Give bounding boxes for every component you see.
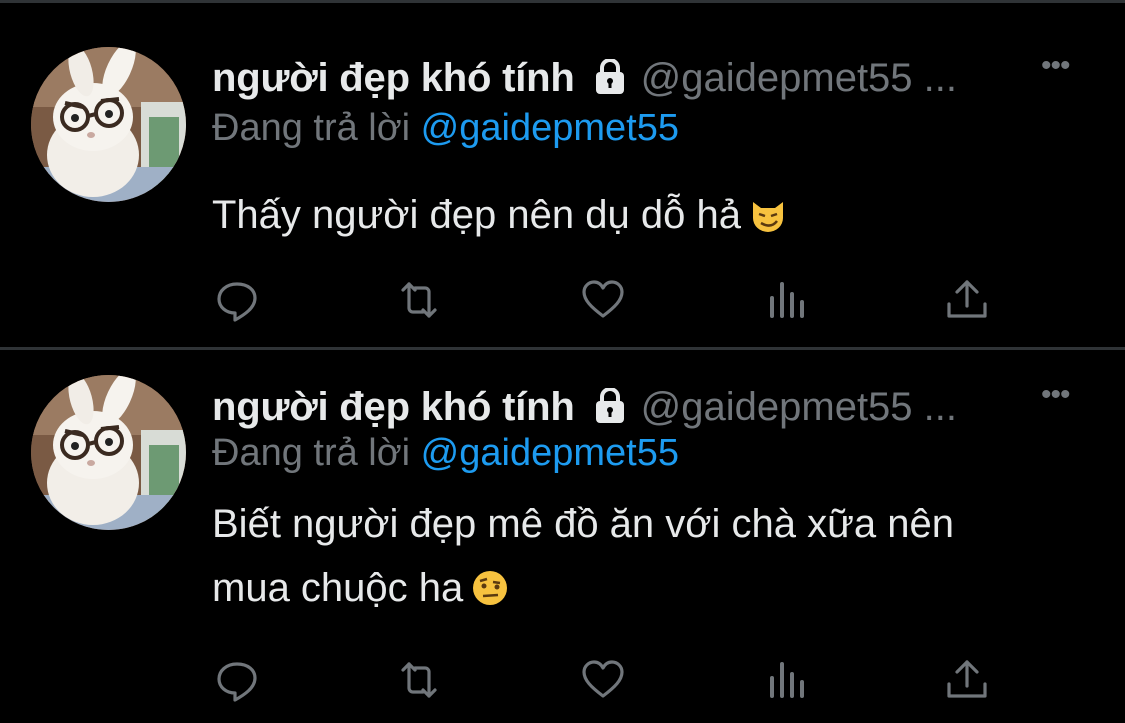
replying-to: Đang trả lời @gaidepmet55 [212, 107, 679, 150]
tweet-text-line-2: mua chuộc ha [212, 556, 1072, 626]
tweet-text-line: mua chuộc ha [212, 566, 464, 610]
tweet-header: người đẹp khó tính @gaidepmet55 ... [212, 56, 957, 101]
handle[interactable]: @gaidepmet55 ... [641, 385, 957, 429]
tweet-text-line: Thấy người đẹp nên dụ dỗ hả [212, 193, 741, 237]
mention-link[interactable]: @gaidepmet55 [421, 432, 679, 474]
more-options-icon[interactable]: ••• [1041, 49, 1070, 83]
analytics-icon[interactable] [762, 656, 810, 704]
avatar[interactable] [31, 47, 186, 202]
like-icon[interactable] [579, 276, 627, 324]
share-icon[interactable] [943, 656, 991, 704]
more-options-icon[interactable]: ••• [1041, 378, 1070, 412]
analytics-icon[interactable] [762, 276, 810, 324]
replying-to: Đang trả lời @gaidepmet55 [212, 432, 679, 475]
avatar[interactable] [31, 375, 186, 530]
tweet[interactable]: người đẹp khó tính @gaidepmet55 ... ••• Đ… [0, 4, 1125, 347]
handle[interactable]: @gaidepmet55 ... [641, 56, 957, 100]
retweet-icon[interactable] [395, 656, 443, 704]
share-icon[interactable] [943, 276, 991, 324]
tweet-header: người đẹp khó tính @gaidepmet55 ... [212, 385, 957, 430]
raised-eyebrow-emoji [471, 562, 509, 626]
tweet-text: Thấy người đẹp nên dụ dỗ hả [212, 183, 1072, 253]
lock-icon [593, 387, 627, 429]
replying-prefix: Đang trả lời [212, 432, 411, 474]
tweet-actions [0, 276, 1125, 326]
display-name[interactable]: người đẹp khó tính [212, 385, 575, 429]
mention-link[interactable]: @gaidepmet55 [421, 107, 679, 149]
display-name[interactable]: người đẹp khó tính [212, 56, 575, 100]
tweet-actions [0, 656, 1125, 706]
replying-prefix: Đang trả lời [212, 107, 411, 149]
lock-icon [593, 58, 627, 100]
top-divider [0, 0, 1125, 3]
like-icon[interactable] [579, 656, 627, 704]
smirking-cat-emoji [749, 189, 787, 253]
tweet-text: Biết người đẹp mê đồ ăn với chà xữa nên … [212, 492, 1072, 626]
tweet-divider [0, 347, 1125, 350]
reply-icon[interactable] [213, 276, 261, 324]
retweet-icon[interactable] [395, 276, 443, 324]
reply-icon[interactable] [213, 656, 261, 704]
tweet[interactable]: người đẹp khó tính @gaidepmet55 ... ••• Đ… [0, 351, 1125, 723]
tweet-text-line: Biết người đẹp mê đồ ăn với chà xữa nên [212, 502, 954, 546]
